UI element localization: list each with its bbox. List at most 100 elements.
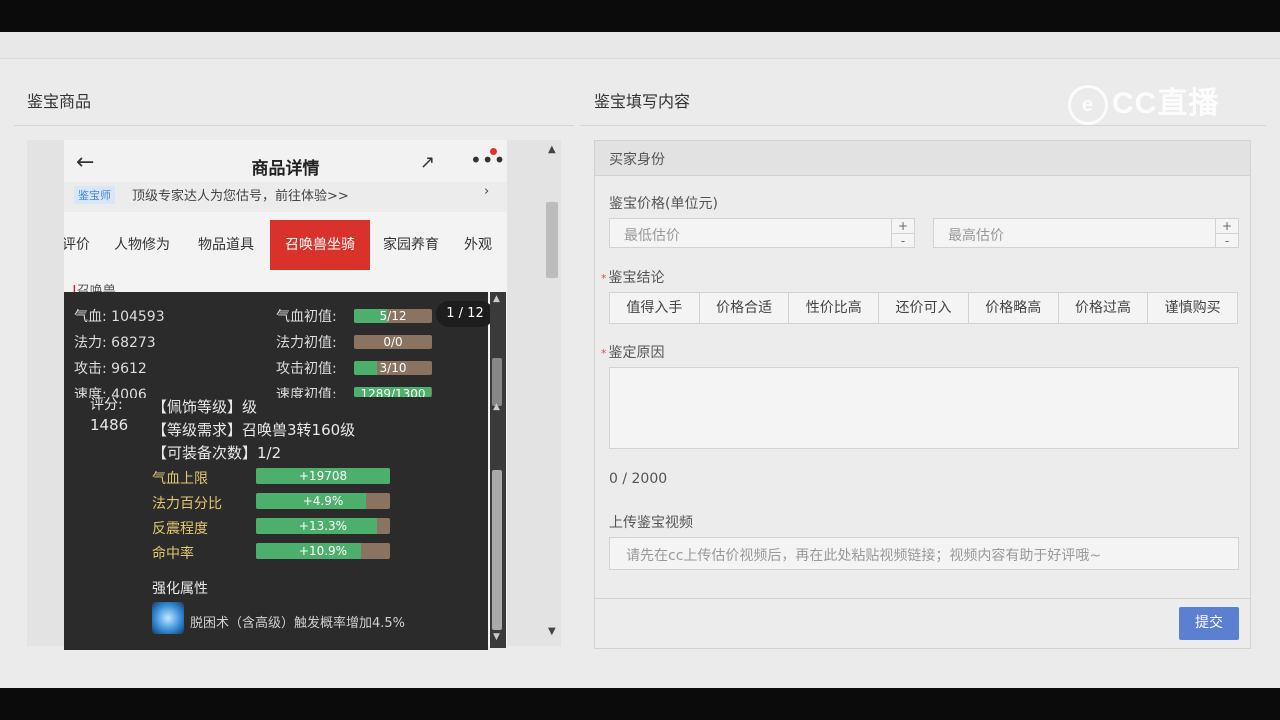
page-top-strip [0,32,1280,59]
banner-tag: 鉴宝师 [74,186,115,204]
max-price-stepper[interactable]: + - [1215,219,1238,248]
equip-count-line: 【可装备次数】1/2 [152,444,282,462]
conclusion-option-value[interactable]: 性价比高 [789,293,880,323]
tab-review[interactable]: 评价 [64,220,92,270]
hp-stat: 气血: 104593 [74,306,165,326]
video-link-input[interactable]: 请先在cc上传估价视频后，再在此处粘贴视频链接；视频内容有助于好评哦~ [609,537,1239,570]
required-mark: * [601,272,607,285]
watermark-text: CC直播 [1112,87,1220,120]
bottom-black-bar [0,688,1280,720]
conclusion-option-bargain[interactable]: 还价可入 [879,293,969,323]
max-price-input[interactable]: 最高估价 + - [933,218,1239,248]
min-price-placeholder: 最低估价 [624,228,680,244]
popup-scrollbar[interactable]: ▲ ▲ ▼ [490,292,506,648]
more-dots-icon[interactable]: ••• [470,148,505,172]
conclusion-option-too-high[interactable]: 价格过高 [1059,293,1149,323]
mp-init-bar: 0/0 [354,335,432,349]
equip-level-line: 【佩饰等级】级 [152,398,258,416]
attr-counter-value: +13.3% [298,519,348,533]
right-section-title: 鉴宝填写内容 [594,92,691,111]
mp-init-label: 法力初值: [276,335,337,351]
atk-init-label: 攻击初值: [276,361,337,377]
min-price-minus-button[interactable]: - [892,234,914,248]
preview-scrollbar[interactable]: ▲ ▼ [544,140,560,646]
appraisal-form: 买家身份 鉴宝价格(单位元) 最低估价 + - 最高估价 + - * 鉴宝结论 值… [594,140,1251,649]
atk-init-bar: 3/10 [354,361,432,375]
page-counter: 1 / 12 [436,301,494,327]
hp-init-label: 气血初值: [276,309,337,325]
mp-init-value: 0/0 [383,335,403,349]
left-section-title: 鉴宝商品 [27,92,92,111]
max-price-placeholder: 最高估价 [948,228,1004,244]
price-label: 鉴宝价格(单位元) [609,196,718,212]
conclusion-option-cautious[interactable]: 谨慎购买 [1148,293,1237,323]
popup-scroll-thumb[interactable] [492,470,502,630]
scroll-down-icon[interactable]: ▼ [548,626,556,637]
submit-button[interactable]: 提交 [1179,607,1239,640]
reason-char-count: 0 / 2000 [609,471,668,487]
conclusion-option-fair[interactable]: 价格合适 [700,293,790,323]
attr-counter-bar: +13.3% [256,518,390,534]
cc-logo-icon: e [1068,85,1108,126]
hp-init-bar: 5/12 [354,309,432,323]
tab-character[interactable]: 人物修为 [106,220,178,270]
min-price-plus-button[interactable]: + [892,219,914,234]
spd-init-value: 1289/1300 [360,387,426,397]
mp-label: 法力: [74,335,107,351]
attr-mp-bar: +4.9% [256,493,390,509]
attr-hp-bar: +19708 [256,468,390,484]
tab-home[interactable]: 家园养育 [376,220,446,270]
score-value: 1486 [90,416,129,434]
banner-text: 顶级专家达人为您估号，前往体验>> [132,189,349,204]
hp-value: 104593 [111,309,165,325]
popup-scroll-up-icon[interactable]: ▲ [493,294,500,304]
tab-appearance[interactable]: 外观 [458,220,498,270]
popup-scroll-thumb-top[interactable] [492,358,502,406]
tab-summons[interactable]: 召唤兽坐骑 [270,220,370,270]
atk-label: 攻击: [74,361,107,377]
atk-stat: 攻击: 9612 [74,358,147,378]
attr-hp-value: +19708 [298,469,348,483]
conclusion-label-text: 鉴宝结论 [608,270,665,286]
attr-hp-label: 气血上限 [152,471,208,487]
left-divider [14,125,574,126]
popup-scroll-up-icon-2[interactable]: ▲ [493,402,500,412]
popup-scroll-down-icon[interactable]: ▼ [493,632,500,642]
conclusion-options: 值得入手 价格合适 性价比高 还价可入 价格略高 价格过高 谨慎购买 [609,292,1238,324]
scroll-thumb[interactable] [546,202,558,278]
spd-init-bar: 1289/1300 [354,387,432,397]
scroll-up-icon[interactable]: ▲ [548,144,556,155]
form-footer-divider [595,598,1250,599]
tab-items[interactable]: 物品道具 [190,220,262,270]
skill-crystal-icon [152,602,184,634]
hp-init-value: 5/12 [379,309,407,323]
reason-textarea[interactable] [609,367,1239,449]
notification-dot [490,148,497,155]
phone-tabs: 评价 人物修为 物品道具 召唤兽坐骑 家园养育 外观 [64,220,507,270]
conclusion-option-worth[interactable]: 值得入手 [610,293,700,323]
min-price-input[interactable]: 最低估价 + - [609,218,915,248]
form-header: 买家身份 [595,141,1250,176]
video-label: 上传鉴宝视频 [609,515,693,531]
equip-requirement-line: 【等级需求】召唤兽3转160级 [152,421,356,439]
appraisal-banner[interactable]: 鉴宝师 顶级专家达人为您估号，前往体验>> › [64,182,507,212]
atk-init-fill [354,361,378,375]
attr-hit-value: +10.9% [298,544,348,558]
max-price-minus-button[interactable]: - [1216,234,1238,248]
chevron-right-icon: › [484,184,490,199]
conclusion-label: * 鉴宝结论 [601,267,665,287]
share-icon[interactable]: ↗ [420,152,435,173]
attr-hit-label: 命中率 [152,546,194,562]
video-link-placeholder: 请先在cc上传估价视频后，再在此处粘贴视频链接；视频内容有助于好评哦~ [626,548,1102,564]
enhance-title: 强化属性 [152,581,208,597]
atk-init-value: 3/10 [379,361,407,375]
reason-label-text: 鉴定原因 [608,345,665,361]
phone-title: 商品详情 [251,159,320,179]
conclusion-option-slightly-high[interactable]: 价格略高 [969,293,1059,323]
mp-stat: 法力: 68273 [74,332,156,352]
min-price-stepper[interactable]: + - [891,219,914,248]
right-divider [580,125,1266,126]
buyer-identity-label: 买家身份 [609,152,665,168]
max-price-plus-button[interactable]: + [1216,219,1238,234]
top-black-bar [0,0,1280,32]
